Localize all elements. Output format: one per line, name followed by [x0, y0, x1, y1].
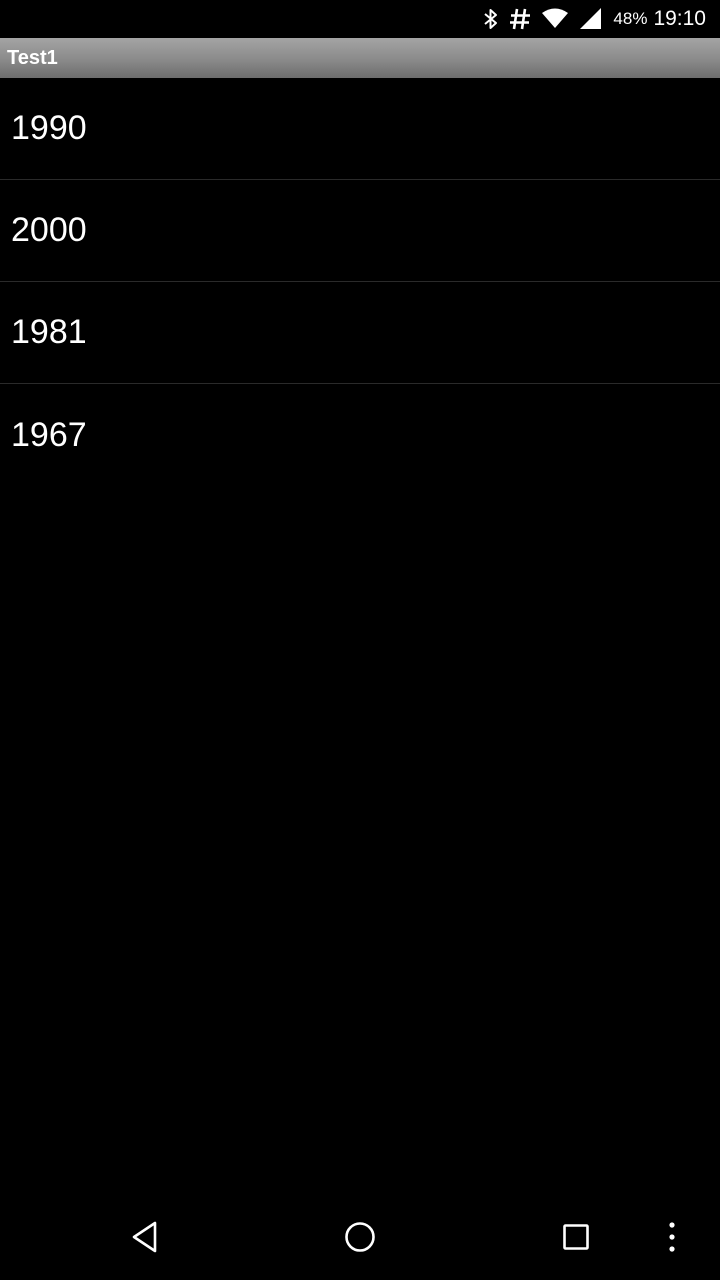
overflow-menu-icon [667, 1221, 677, 1258]
wifi-icon [541, 7, 569, 31]
back-icon [130, 1220, 160, 1259]
recents-button[interactable] [536, 1198, 616, 1280]
status-bar: 48% 19:10 [0, 0, 720, 38]
cell-signal-icon [579, 7, 603, 31]
clock: 19:10 [653, 7, 706, 30]
list-item[interactable]: 1981 [0, 282, 720, 384]
list-item-label: 1981 [11, 313, 87, 351]
list-item-label: 1967 [11, 415, 87, 454]
back-button[interactable] [105, 1198, 185, 1280]
screen: 48% 19:10 Test1 1990 2000 1981 1967 [0, 0, 720, 1280]
list-item[interactable]: 1990 [0, 78, 720, 180]
battery-percent: 48% [613, 9, 648, 28]
year-list: 1990 2000 1981 1967 [0, 78, 720, 486]
list-item[interactable]: 2000 [0, 180, 720, 282]
app-title: Test1 [7, 46, 58, 69]
home-icon [343, 1220, 377, 1259]
bluetooth-icon [483, 7, 499, 31]
home-button[interactable] [320, 1198, 400, 1280]
recents-icon [561, 1222, 591, 1257]
list-item[interactable]: 1967 [0, 384, 720, 486]
title-bar: Test1 [0, 38, 720, 78]
overflow-menu-button[interactable] [652, 1198, 692, 1280]
list-item-label: 1990 [11, 109, 87, 147]
list-item-label: 2000 [11, 211, 87, 249]
navigation-bar [0, 1198, 720, 1280]
hash-icon [509, 7, 531, 31]
